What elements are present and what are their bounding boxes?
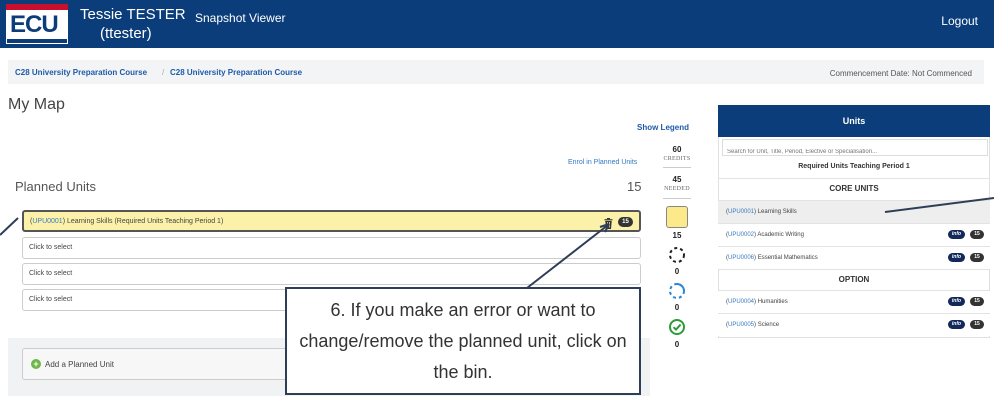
- planned-credits-value: 15: [672, 231, 682, 240]
- status-value: 0: [674, 340, 680, 349]
- page-title: My Map: [8, 96, 65, 113]
- unit-title: Academic Writing: [757, 232, 804, 238]
- unit-list-label: (UPU0006) Essential Mathematics: [726, 255, 818, 261]
- logout-link[interactable]: Logout: [941, 14, 978, 28]
- unit-select-label: Click to select: [29, 244, 73, 251]
- credit-badge: 15: [970, 297, 984, 306]
- planned-unit-label: (UPU0001) Learning Skills (Required Unit…: [30, 218, 224, 225]
- progress-circle-icon: [668, 282, 686, 300]
- unit-title: Humanities: [757, 299, 788, 305]
- units-panel-title: Units: [718, 105, 990, 137]
- unit-select-label: Click to select: [29, 296, 73, 303]
- unit-title: Essential Mathematics: [757, 255, 818, 261]
- unit-list-item[interactable]: (UPU0002) Academic Writing info 15: [718, 223, 990, 246]
- check-circle-icon: [668, 318, 686, 336]
- option-heading: OPTION: [718, 269, 990, 289]
- divider: [663, 167, 691, 168]
- core-units-heading: CORE UNITS: [718, 178, 990, 198]
- enrol-planned-units-link[interactable]: Enrol in Planned Units: [568, 159, 637, 166]
- plus-circle-icon: +: [31, 359, 41, 369]
- needed-label: NEEDED: [664, 186, 690, 192]
- planned-units-count: 15: [627, 179, 642, 194]
- unit-code: UPU0001: [32, 218, 63, 225]
- planned-units-heading: Planned Units: [15, 179, 96, 194]
- breadcrumb-item-course[interactable]: C28 University Preparation Course: [15, 68, 147, 77]
- unit-list-label: (UPU0002) Academic Writing: [726, 232, 804, 238]
- units-search[interactable]: [722, 139, 988, 160]
- planned-unit-row[interactable]: (UPU0001) Learning Skills (Required Unit…: [22, 210, 641, 232]
- user-id: (ttester): [100, 25, 152, 42]
- unit-list-item[interactable]: (UPU0001) Learning Skills: [718, 200, 990, 223]
- planned-credits-swatch: [666, 206, 688, 228]
- instruction-callout: 6. If you make an error or want to chang…: [285, 287, 641, 395]
- show-legend-link[interactable]: Show Legend: [637, 123, 689, 132]
- logo-text: ECU: [10, 11, 59, 38]
- add-planned-unit-button[interactable]: + Add a Planned Unit: [22, 348, 302, 380]
- unit-select-row[interactable]: Click to select: [22, 237, 641, 259]
- unit-title: Learning Skills (Required Units Teaching…: [66, 218, 224, 225]
- credits-label: CREDITS: [663, 156, 691, 162]
- credit-badge: 15: [970, 253, 984, 262]
- info-button[interactable]: info: [948, 230, 965, 239]
- info-button[interactable]: info: [948, 253, 965, 262]
- bin-icon[interactable]: [604, 216, 613, 229]
- commencement-date: Commencement Date: Not Commenced: [829, 69, 972, 78]
- unit-select-row[interactable]: Click to select: [22, 263, 641, 285]
- dashed-circle-icon: [668, 246, 686, 264]
- units-search-input[interactable]: [723, 144, 987, 160]
- unit-code: UPU0001: [728, 209, 755, 215]
- breadcrumb-separator: /: [162, 68, 165, 77]
- info-button[interactable]: info: [948, 320, 965, 329]
- needed-value: 45: [672, 175, 682, 184]
- user-name: Tessie TESTER: [80, 6, 186, 23]
- credits-value: 60: [672, 145, 682, 154]
- unit-list-label: (UPU0005) Science: [726, 322, 780, 328]
- unit-code: UPU0002: [728, 232, 755, 238]
- unit-title: Learning Skills: [757, 209, 797, 215]
- callout-text: 6. If you make an error or want to chang…: [299, 300, 627, 382]
- status-value: 0: [674, 267, 680, 276]
- unit-list-label: (UPU0004) Humanities: [726, 299, 788, 305]
- snapshot-viewer-link[interactable]: Snapshot Viewer: [195, 11, 286, 25]
- unit-code: UPU0006: [728, 255, 755, 261]
- unit-list-item[interactable]: (UPU0004) Humanities info 15: [718, 290, 990, 313]
- info-button[interactable]: info: [948, 297, 965, 306]
- logo-band: [6, 38, 68, 44]
- unit-code: UPU0004: [728, 299, 755, 305]
- unit-list-item[interactable]: (UPU0006) Essential Mathematics info 15: [718, 246, 990, 269]
- unit-list-item[interactable]: (UPU0005) Science info 15: [718, 313, 990, 336]
- logo-stripe: [6, 4, 68, 10]
- divider: [663, 198, 691, 199]
- breadcrumb-item-course-current[interactable]: C28 University Preparation Course: [170, 68, 302, 77]
- credit-badge: 15: [970, 230, 984, 239]
- add-planned-unit-label: Add a Planned Unit: [45, 360, 114, 369]
- credit-badge: 15: [618, 217, 633, 227]
- credit-badge: 15: [970, 320, 984, 329]
- unit-title: Science: [757, 322, 780, 328]
- status-value: 0: [674, 303, 680, 312]
- arrow-left: [0, 217, 19, 236]
- unit-select-label: Click to select: [29, 270, 73, 277]
- unit-list-label: (UPU0001) Learning Skills: [726, 209, 797, 215]
- teaching-period-title: Required Units Teaching Period 1: [798, 163, 910, 170]
- unit-code: UPU0005: [728, 322, 755, 328]
